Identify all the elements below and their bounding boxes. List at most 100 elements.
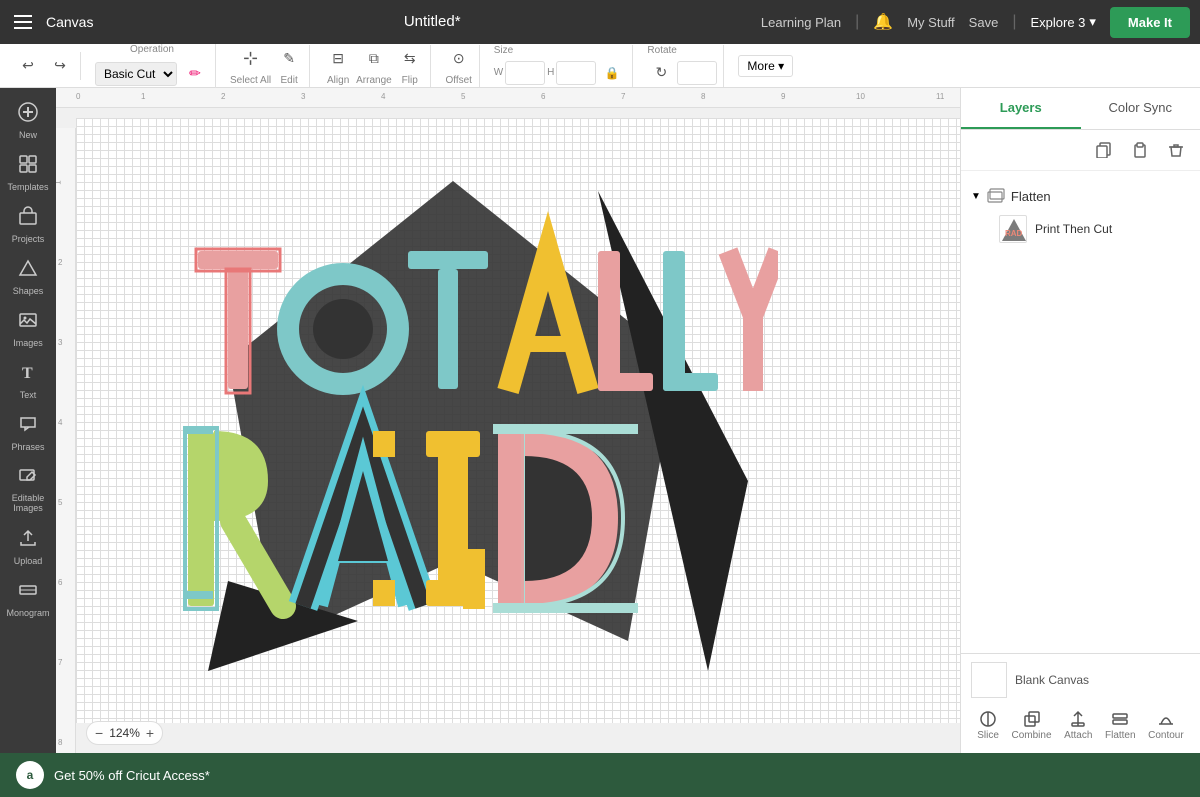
promo-text: Get 50% off Cricut Access* (54, 768, 210, 783)
tab-color-sync[interactable]: Color Sync (1081, 88, 1200, 129)
ruler-mark-10: 10 (856, 92, 865, 101)
arrange-button[interactable]: ⧉ (360, 45, 388, 73)
size-h-input[interactable] (556, 61, 596, 85)
canvas-area: 0 1 2 3 4 5 6 7 8 9 10 11 1 2 3 4 5 (56, 88, 960, 753)
right-nav: Learning Plan | 🔔 My Stuff Save | Explor… (761, 7, 1190, 38)
panel-bottom-toolbar: Slice Combine Attach (971, 706, 1190, 745)
flip-button[interactable]: ⇆ (396, 45, 424, 73)
lock-icon[interactable]: 🔒 (598, 59, 626, 87)
flatten-tool[interactable]: Flatten (1105, 710, 1136, 741)
select-all-label: Select All (230, 75, 271, 86)
ruler-mark-5: 5 (461, 92, 465, 101)
v-ruler-3: 3 (58, 338, 62, 347)
flatten-layer-group: ▼ Flatten RAD Print Then (961, 179, 1200, 253)
projects-icon (18, 206, 38, 231)
my-stuff-link[interactable]: My Stuff (907, 15, 954, 30)
sidebar-item-shapes[interactable]: Shapes (4, 252, 52, 302)
ruler-horizontal: 0 1 2 3 4 5 6 7 8 9 10 11 (56, 88, 960, 108)
ruler-mark-1: 1 (141, 92, 145, 101)
v-ruler-7: 7 (58, 658, 62, 667)
sidebar-item-new-label: New (19, 130, 37, 140)
flatten-group-icon (987, 187, 1005, 205)
offset-button[interactable]: ⊙ (445, 45, 473, 73)
right-panel: Layers Color Sync ▼ (960, 88, 1200, 753)
undo-button[interactable]: ↩ (14, 52, 42, 80)
templates-icon (18, 154, 38, 179)
svg-text:RAD: RAD (1005, 229, 1023, 238)
select-all-button[interactable]: ⊹ (237, 45, 265, 73)
copy-button[interactable] (1090, 136, 1118, 164)
sidebar-item-editable-images[interactable]: Editable Images (4, 460, 52, 520)
promo-bar: a Get 50% off Cricut Access* (0, 753, 1200, 797)
ruler-mark-9: 9 (781, 92, 785, 101)
blank-canvas-label: Blank Canvas (1015, 673, 1089, 687)
zoom-out-button[interactable]: − (95, 725, 103, 741)
sidebar-item-monogram[interactable]: Monogram (4, 574, 52, 624)
sidebar-item-upload-label: Upload (14, 556, 43, 566)
learning-plan-link[interactable]: Learning Plan (761, 15, 841, 30)
separator1: | (855, 13, 859, 31)
v-ruler-4: 4 (58, 418, 62, 427)
machine-selector[interactable]: Explore 3 ▾ (1030, 14, 1095, 30)
flatten-group-header[interactable]: ▼ Flatten (971, 183, 1190, 209)
ruler-mark-2: 2 (221, 92, 225, 101)
new-icon (18, 102, 38, 127)
attach-tool[interactable]: Attach (1064, 710, 1092, 741)
ruler-mark-7: 7 (621, 92, 625, 101)
make-it-button[interactable]: Make It (1110, 7, 1190, 38)
sidebar-item-text-label: Text (20, 390, 37, 400)
v-ruler-6: 6 (58, 578, 62, 587)
rotate-input[interactable] (677, 61, 717, 85)
layer-thumb: RAD (999, 215, 1027, 243)
sidebar-item-shapes-label: Shapes (13, 286, 44, 296)
v-ruler-5: 5 (58, 498, 62, 507)
svg-text:T: T (22, 365, 33, 382)
more-button[interactable]: More ▾ (738, 55, 793, 77)
main-area: New Templates Projects Shapes Images (0, 88, 1200, 753)
sidebar-item-new[interactable]: New (4, 96, 52, 146)
redo-button[interactable]: ↪ (46, 52, 74, 80)
sidebar-item-templates[interactable]: Templates (4, 148, 52, 198)
pen-icon[interactable]: ✏ (181, 60, 209, 88)
menu-icon[interactable] (10, 11, 36, 33)
delete-button[interactable] (1162, 136, 1190, 164)
sidebar-item-editable-images-label: Editable Images (8, 494, 48, 514)
operation-label: Operation (130, 44, 174, 55)
zoom-control: − 124% + (86, 721, 163, 745)
zoom-in-button[interactable]: + (146, 725, 154, 741)
grid-canvas[interactable] (76, 118, 960, 723)
paste-button[interactable] (1126, 136, 1154, 164)
v-ruler-2: 2 (58, 258, 62, 267)
sidebar-item-projects[interactable]: Projects (4, 200, 52, 250)
cricut-logo-icon: a (27, 768, 34, 782)
edit-label: Edit (281, 75, 298, 86)
attach-icon (1069, 710, 1087, 728)
combine-tool[interactable]: Combine (1012, 710, 1052, 741)
slice-tool[interactable]: Slice (977, 710, 999, 741)
undo-redo-group: ↩ ↪ (8, 52, 81, 80)
rotate-icon[interactable]: ↻ (647, 59, 675, 87)
ruler-mark-3: 3 (301, 92, 305, 101)
align-button[interactable]: ⊟ (324, 45, 352, 73)
operation-select[interactable]: Basic Cut (95, 62, 177, 86)
ruler-mark-8: 8 (701, 92, 705, 101)
size-label: Size (494, 45, 627, 56)
sidebar-item-text[interactable]: T Text (4, 356, 52, 406)
more-group: More ▾ (732, 55, 799, 77)
images-icon (18, 310, 38, 335)
sidebar-item-upload[interactable]: Upload (4, 522, 52, 572)
edit-button[interactable]: ✎ (275, 45, 303, 73)
sidebar-item-phrases[interactable]: Phrases (4, 408, 52, 458)
size-w-input[interactable] (505, 61, 545, 85)
size-group: Size W H 🔒 (488, 45, 634, 87)
contour-tool[interactable]: Contour (1148, 710, 1184, 741)
layer-item-print-then-cut[interactable]: RAD Print Then Cut (971, 209, 1190, 249)
text-icon: T (18, 362, 38, 387)
bell-icon[interactable]: 🔔 (873, 12, 893, 32)
v-ruler-1: 1 (56, 180, 63, 184)
sidebar-item-images[interactable]: Images (4, 304, 52, 354)
tab-layers[interactable]: Layers (961, 88, 1081, 129)
v-ruler-8: 8 (58, 738, 62, 747)
operation-group: Operation Basic Cut ✏ (89, 44, 216, 88)
save-button[interactable]: Save (969, 15, 999, 30)
